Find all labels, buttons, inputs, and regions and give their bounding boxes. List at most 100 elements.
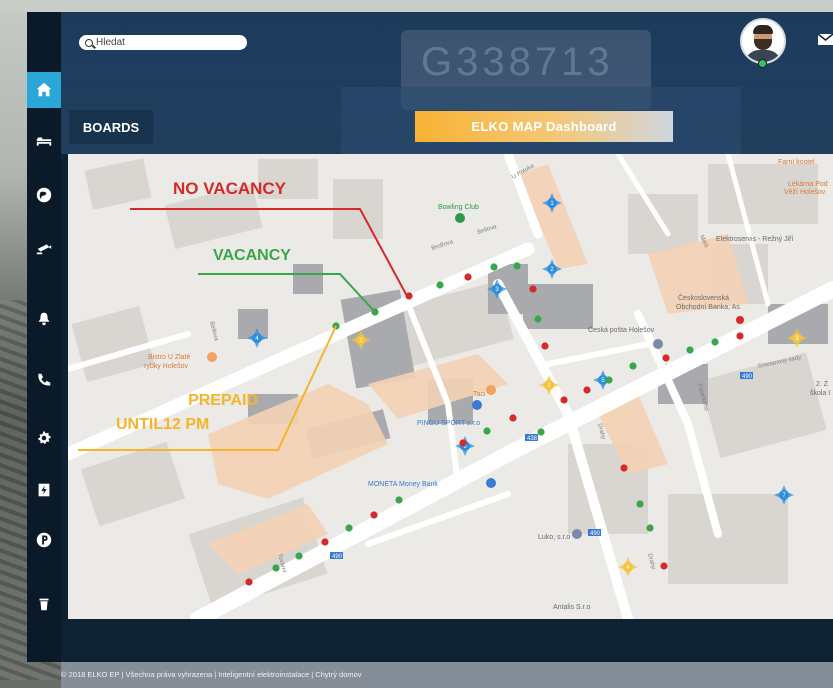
poi-skola-2: škola I: [810, 390, 830, 397]
parking-spot-occupied[interactable]: [370, 511, 378, 519]
poi-bowling-icon: [455, 213, 465, 223]
parking-spot-occupied[interactable]: [459, 439, 467, 447]
parking-spot-free[interactable]: [711, 338, 719, 346]
parking-icon: [36, 532, 52, 548]
node-marker-blue[interactable]: 6: [455, 436, 475, 456]
poi-bistro-2: rybky Holešov: [144, 363, 188, 370]
charger-icon: [38, 483, 50, 497]
street-label-7: Drahy: [646, 553, 656, 570]
avatar-hair: [753, 25, 773, 34]
background-photo-top: [0, 0, 833, 12]
dashboard-title: ELKO MAP Dashboard: [415, 111, 673, 142]
sidebar-item-phone[interactable]: [27, 362, 61, 398]
avatar-beard: [754, 39, 772, 50]
parking-spot-occupied[interactable]: [583, 386, 591, 394]
search-icon: [85, 38, 93, 47]
road-490-label-3: 490: [590, 531, 601, 537]
trash-icon: [39, 598, 49, 611]
no-vacancy-label: NO VACANCY: [173, 179, 287, 198]
mail-icon[interactable]: [818, 34, 833, 45]
parking-spot-free[interactable]: [636, 500, 644, 508]
street-label: Bedřova: [431, 239, 455, 252]
sidebar-item-settings[interactable]: [27, 420, 61, 456]
footer: © 2018 ELKO EP | Všechna práva vyhrazena…: [61, 662, 833, 688]
phone-icon: [38, 373, 51, 386]
parking-spot-free[interactable]: [272, 564, 280, 572]
search-input[interactable]: Hledat: [79, 35, 247, 50]
road-438-label: 438: [527, 436, 538, 442]
parking-spot-free[interactable]: [629, 362, 637, 370]
prepaid-label: PREPAID: [188, 392, 258, 409]
parking-spot-occupied[interactable]: [509, 414, 517, 422]
poi-luko-icon: [572, 529, 582, 539]
parking-spot-free[interactable]: [436, 281, 444, 289]
parking-spot-occupied[interactable]: [560, 396, 568, 404]
banner-plate-text: G338713: [421, 40, 614, 84]
parking-spot-occupied[interactable]: [321, 538, 329, 546]
poi-csob: Československá: [678, 293, 729, 302]
map-view[interactable]: 438 490 490 490 Bedřova Bellova U Potoka…: [68, 154, 833, 619]
parking-spot-free[interactable]: [345, 524, 353, 532]
poi-posta: Česká pošta Holešov: [588, 325, 655, 334]
parking-spot-occupied[interactable]: [245, 578, 253, 586]
parking-spot-occupied[interactable]: [620, 464, 628, 472]
node-marker-yellow[interactable]: 4: [618, 557, 638, 577]
bed-icon: [36, 137, 52, 146]
poi-elektroservis: Elektroservis - Režný Jiří: [716, 236, 793, 243]
poi-posta-icon: [653, 339, 663, 349]
parking-spot-occupied[interactable]: [529, 285, 537, 293]
sidebar-item-alarm[interactable]: [27, 301, 61, 337]
parking-spot-free[interactable]: [537, 428, 545, 436]
sidebar: [27, 12, 61, 662]
home-icon: [36, 82, 52, 97]
poi-skola: 2. Z: [816, 381, 829, 388]
poi-pingu: PINGU SPORT s.r.o: [417, 420, 480, 427]
parking-spot-occupied[interactable]: [541, 342, 549, 350]
parking-spot-free[interactable]: [483, 427, 491, 435]
parking-spot-free[interactable]: [686, 346, 694, 354]
poi-moneta-icon: [486, 478, 496, 488]
poi-pingu-icon: [472, 400, 482, 410]
sidebar-item-parking[interactable]: [27, 522, 61, 558]
camera-icon: [36, 244, 52, 255]
street-label-2: Bellova: [477, 224, 498, 236]
poi-luko: Luko, s.r.o: [538, 534, 570, 541]
parking-spot-free[interactable]: [534, 315, 542, 323]
map-canvas: 438 490 490 490 Bedřova Bellova U Potoka…: [68, 154, 833, 619]
sidebar-item-charging[interactable]: [27, 472, 61, 508]
gear-icon: [37, 430, 52, 445]
online-status-icon: [758, 59, 767, 68]
globe-icon: [36, 187, 52, 203]
sidebar-item-rooms[interactable]: [27, 124, 61, 160]
parking-spot-occupied[interactable]: [736, 332, 744, 340]
poi-lekarna: Lékárna Pod: [788, 181, 828, 188]
boards-button[interactable]: BOARDS: [69, 110, 153, 144]
parking-spot-free[interactable]: [513, 262, 521, 270]
road-490-label-2: 490: [742, 374, 753, 380]
parking-spot-occupied[interactable]: [662, 354, 670, 362]
bell-icon: [38, 312, 50, 326]
parking-spot-free[interactable]: [490, 263, 498, 271]
parking-spot-free[interactable]: [395, 496, 403, 504]
sidebar-item-camera[interactable]: [27, 230, 61, 266]
parking-spot-free[interactable]: [295, 552, 303, 560]
parking-spot-free[interactable]: [646, 524, 654, 532]
street-label-10: Bellova: [208, 321, 219, 342]
poi-lekarna-2: Věží Holešov: [784, 189, 826, 196]
search-placeholder: Hledat: [96, 37, 125, 48]
poi-taci-icon: [486, 385, 496, 395]
sidebar-item-home[interactable]: [27, 72, 61, 108]
avatar[interactable]: [740, 18, 786, 64]
parking-spot-free[interactable]: [605, 376, 613, 384]
footer-copyright: © 2018 ELKO EP | Všechna práva vyhrazena…: [61, 670, 362, 679]
parking-spot-occupied[interactable]: [660, 562, 668, 570]
poi-bowling: Bowling Club: [438, 204, 479, 211]
sidebar-item-waste[interactable]: [27, 586, 61, 622]
poi-moneta: MONETA Money Bank: [368, 481, 438, 488]
prepaid-until-label: UNTIL12 PM: [116, 416, 210, 433]
sidebar-item-globe[interactable]: [27, 177, 61, 213]
poi-kostel: Farní kostel: [778, 159, 815, 166]
poi-antalis: Antalis S.r.o: [553, 604, 590, 611]
parking-spot-occupied[interactable]: [464, 273, 472, 281]
poi-bistro-icon: [207, 352, 217, 362]
